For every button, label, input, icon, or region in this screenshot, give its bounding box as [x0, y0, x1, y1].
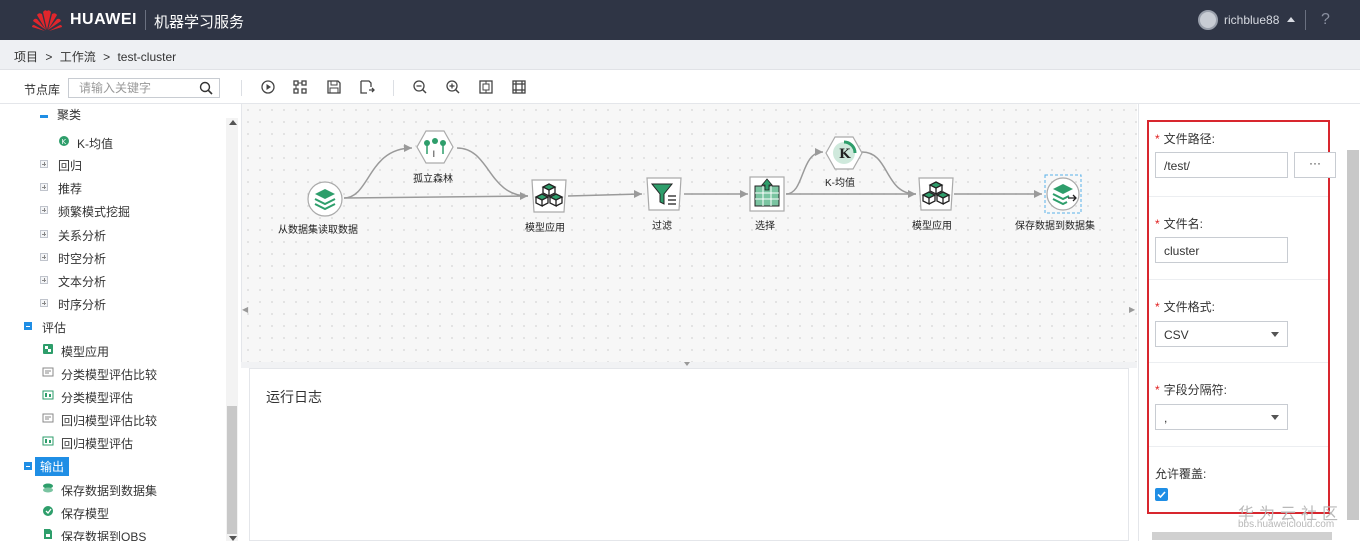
node-label: 从数据集读取数据 [278, 225, 358, 236]
node-label: 模型应用 [525, 223, 565, 234]
field-label: * 文件格式: [1155, 300, 1216, 314]
edge [567, 193, 643, 197]
file-format-select[interactable]: CSV [1155, 321, 1288, 347]
field-label: 允许覆盖: [1155, 467, 1207, 481]
node-label: 选择 [755, 221, 775, 232]
log-title: 运行日志 [266, 389, 322, 405]
edge [861, 151, 917, 195]
node-label: K-均值 [825, 178, 855, 189]
node-model-apply-2[interactable] [917, 176, 955, 212]
arrow-icon [1034, 190, 1042, 198]
arrow-icon [404, 144, 412, 152]
check-icon [1157, 491, 1166, 499]
required-mark: * [1155, 383, 1160, 397]
prop-file-path: * 文件路径: /test/ ··· [1149, 122, 1336, 197]
prop-file-name: * 文件名: cluster [1149, 197, 1328, 280]
file-path-input[interactable]: /test/ [1155, 152, 1288, 178]
properties-highlight: * 文件路径: /test/ ··· * 文件名: cluster * 文件格式: C… [1147, 120, 1336, 514]
caret-down-icon [1271, 415, 1279, 420]
kmeans-icon: K [833, 140, 857, 164]
arrow-icon [740, 190, 748, 198]
browse-button[interactable]: ··· [1294, 152, 1336, 178]
select-value: CSV [1164, 328, 1189, 342]
watermark-url: bbs.huaweicloud.com [1238, 519, 1335, 530]
field-label: * 文件路径: [1155, 132, 1216, 146]
node-label: 保存数据到数据集 [1015, 221, 1095, 232]
select-value: , [1164, 411, 1168, 425]
arrow-icon [908, 190, 916, 198]
chevron-down-icon[interactable] [684, 362, 690, 366]
file-name-input[interactable]: cluster [1155, 237, 1288, 263]
node-label: 模型应用 [912, 221, 952, 232]
properties-scrollbar[interactable] [1347, 150, 1359, 520]
node-filter[interactable] [645, 176, 683, 212]
properties-hscrollbar[interactable] [1152, 532, 1332, 540]
edge [343, 195, 529, 199]
field-label: * 字段分隔符: [1155, 383, 1228, 397]
node-model-apply-1[interactable] [530, 178, 568, 214]
node-label: 孤立森林 [413, 174, 453, 185]
arrow-icon [520, 192, 528, 200]
delimiter-select[interactable]: , [1155, 404, 1288, 430]
node-kmeans[interactable]: K [825, 136, 863, 170]
svg-text:I: I [433, 150, 436, 160]
field-label: * 文件名: [1155, 217, 1204, 231]
node-save-dataset[interactable] [1044, 174, 1082, 214]
caret-down-icon [1271, 332, 1279, 337]
properties-panel: * 文件路径: /test/ ··· * 文件名: cluster * 文件格式: C… [1138, 104, 1360, 541]
prop-delimiter: * 字段分隔符: , [1149, 363, 1328, 447]
prop-file-format: * 文件格式: CSV [1149, 280, 1328, 363]
node-isolation-forest[interactable]: I [416, 130, 454, 164]
svg-text:K: K [839, 147, 851, 162]
edge [456, 147, 529, 197]
node-label: 过滤 [652, 221, 672, 232]
required-mark: * [1155, 217, 1160, 231]
required-mark: * [1155, 300, 1160, 314]
edge [785, 151, 824, 195]
arrow-icon [815, 148, 823, 156]
run-log-panel: 运行日志 [249, 368, 1129, 541]
node-select[interactable] [749, 176, 785, 212]
overwrite-checkbox[interactable] [1155, 488, 1168, 501]
edge [343, 147, 413, 199]
required-mark: * [1155, 132, 1160, 146]
arrow-icon [634, 190, 642, 198]
node-read-dataset[interactable] [306, 180, 344, 218]
